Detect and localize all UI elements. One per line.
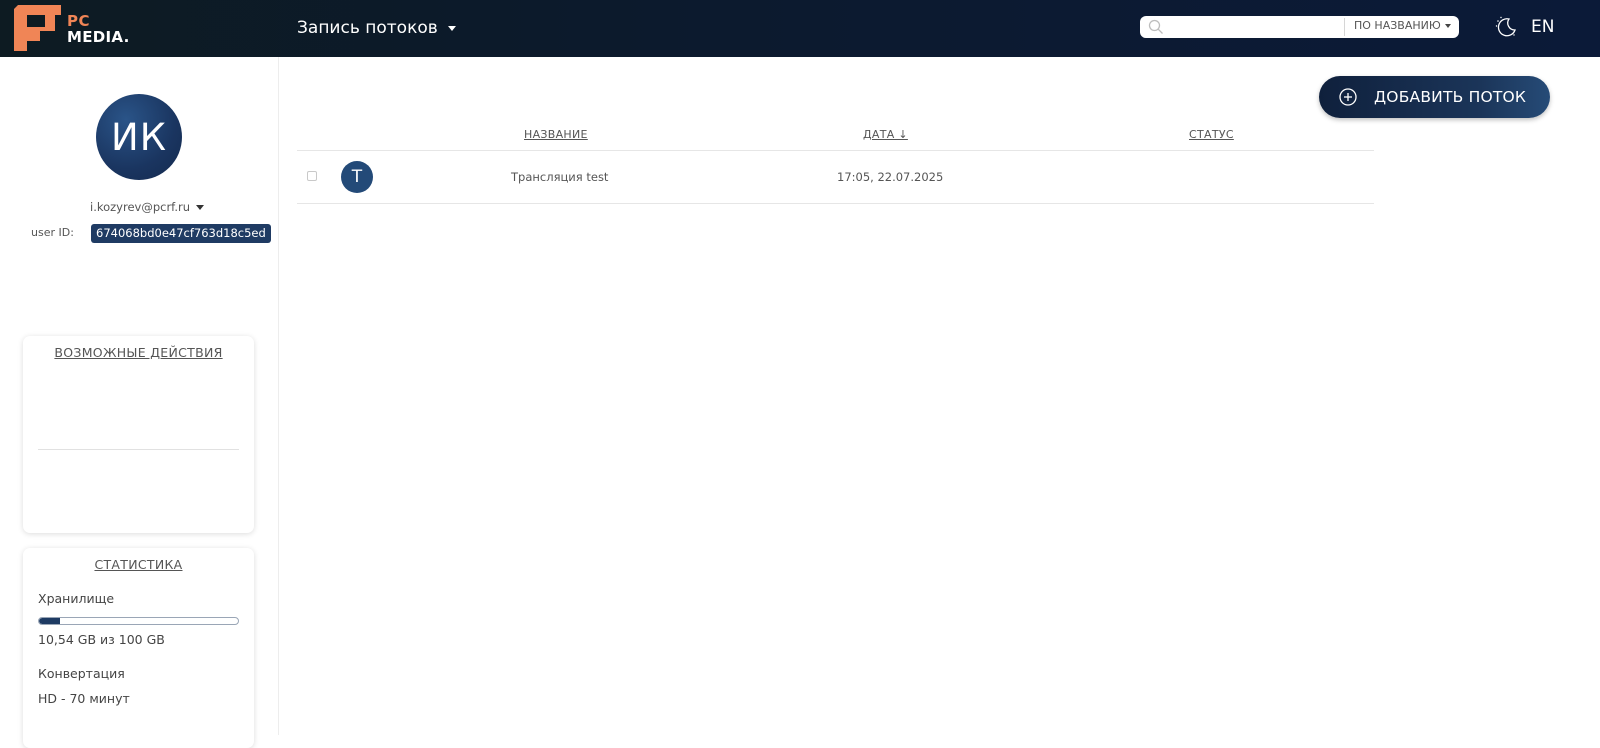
section-selector[interactable]: Запись потоков [297, 18, 456, 38]
stream-name[interactable]: Трансляция test [511, 170, 608, 184]
logo-text-media: MEDIA. [67, 28, 130, 46]
storage-progress-fill [39, 618, 60, 624]
table-row[interactable]: T Трансляция test 17:05, 22.07.2025 [297, 151, 1374, 203]
chevron-down-icon [1444, 23, 1451, 28]
stats-card: СТАТИСТИКА Хранилище 10,54 GB из 100 GB … [23, 548, 254, 748]
table-divider [297, 203, 1374, 204]
user-id-badge[interactable]: 674068bd0e47cf763d18c5ed [91, 224, 271, 243]
actions-card-title[interactable]: ВОЗМОЖНЫЕ ДЕЙСТВИЯ [23, 345, 254, 360]
storage-progress-bar [38, 617, 239, 625]
search-icon [1148, 19, 1163, 34]
logo-mark-icon [14, 5, 61, 51]
add-stream-label: ДОБАВИТЬ ПОТОК [1374, 88, 1527, 106]
chevron-down-icon [447, 25, 456, 31]
search-divider [1344, 18, 1345, 36]
actions-card: ВОЗМОЖНЫЕ ДЕЙСТВИЯ [23, 336, 254, 533]
conversion-label: Конвертация [38, 666, 125, 681]
sidebar: ИК i.kozyrev@pcrf.ru user ID: 674068bd0e… [0, 57, 279, 748]
user-email: i.kozyrev@pcrf.ru [90, 200, 191, 214]
search-mode-dropdown[interactable]: ПО НАЗВАНИЮ [1354, 19, 1451, 32]
plus-circle-icon [1339, 88, 1357, 106]
stream-avatar: T [341, 161, 373, 193]
storage-label: Хранилище [38, 591, 115, 606]
column-header-name[interactable]: НАЗВАНИЕ [524, 128, 588, 141]
pc-media-logo[interactable]: PC MEDIA. [14, 5, 129, 51]
row-checkbox[interactable] [307, 171, 317, 181]
divider [38, 449, 239, 450]
account-menu[interactable]: i.kozyrev@pcrf.ru [90, 200, 205, 214]
search-mode-label: ПО НАЗВАНИЮ [1354, 19, 1441, 32]
column-header-status[interactable]: СТАТУС [1189, 128, 1234, 141]
moon-icon[interactable] [1494, 15, 1518, 39]
avatar[interactable]: ИК [96, 94, 182, 180]
stats-card-title[interactable]: СТАТИСТИКА [23, 557, 254, 572]
conversion-hd-text: HD - 70 минут [38, 691, 130, 706]
storage-usage-text: 10,54 GB из 100 GB [38, 632, 165, 647]
stream-date: 17:05, 22.07.2025 [837, 170, 944, 184]
column-header-date[interactable]: ДАТА ↓ [863, 128, 908, 141]
add-stream-button[interactable]: ДОБАВИТЬ ПОТОК [1319, 76, 1550, 118]
section-selector-label: Запись потоков [297, 18, 438, 38]
top-bar: PC MEDIA. Запись потоков ПО НАЗВАНИЮ EN [0, 0, 1600, 57]
language-switch[interactable]: EN [1531, 17, 1554, 37]
user-id-label: user ID: [31, 226, 74, 239]
chevron-down-icon [196, 204, 205, 210]
